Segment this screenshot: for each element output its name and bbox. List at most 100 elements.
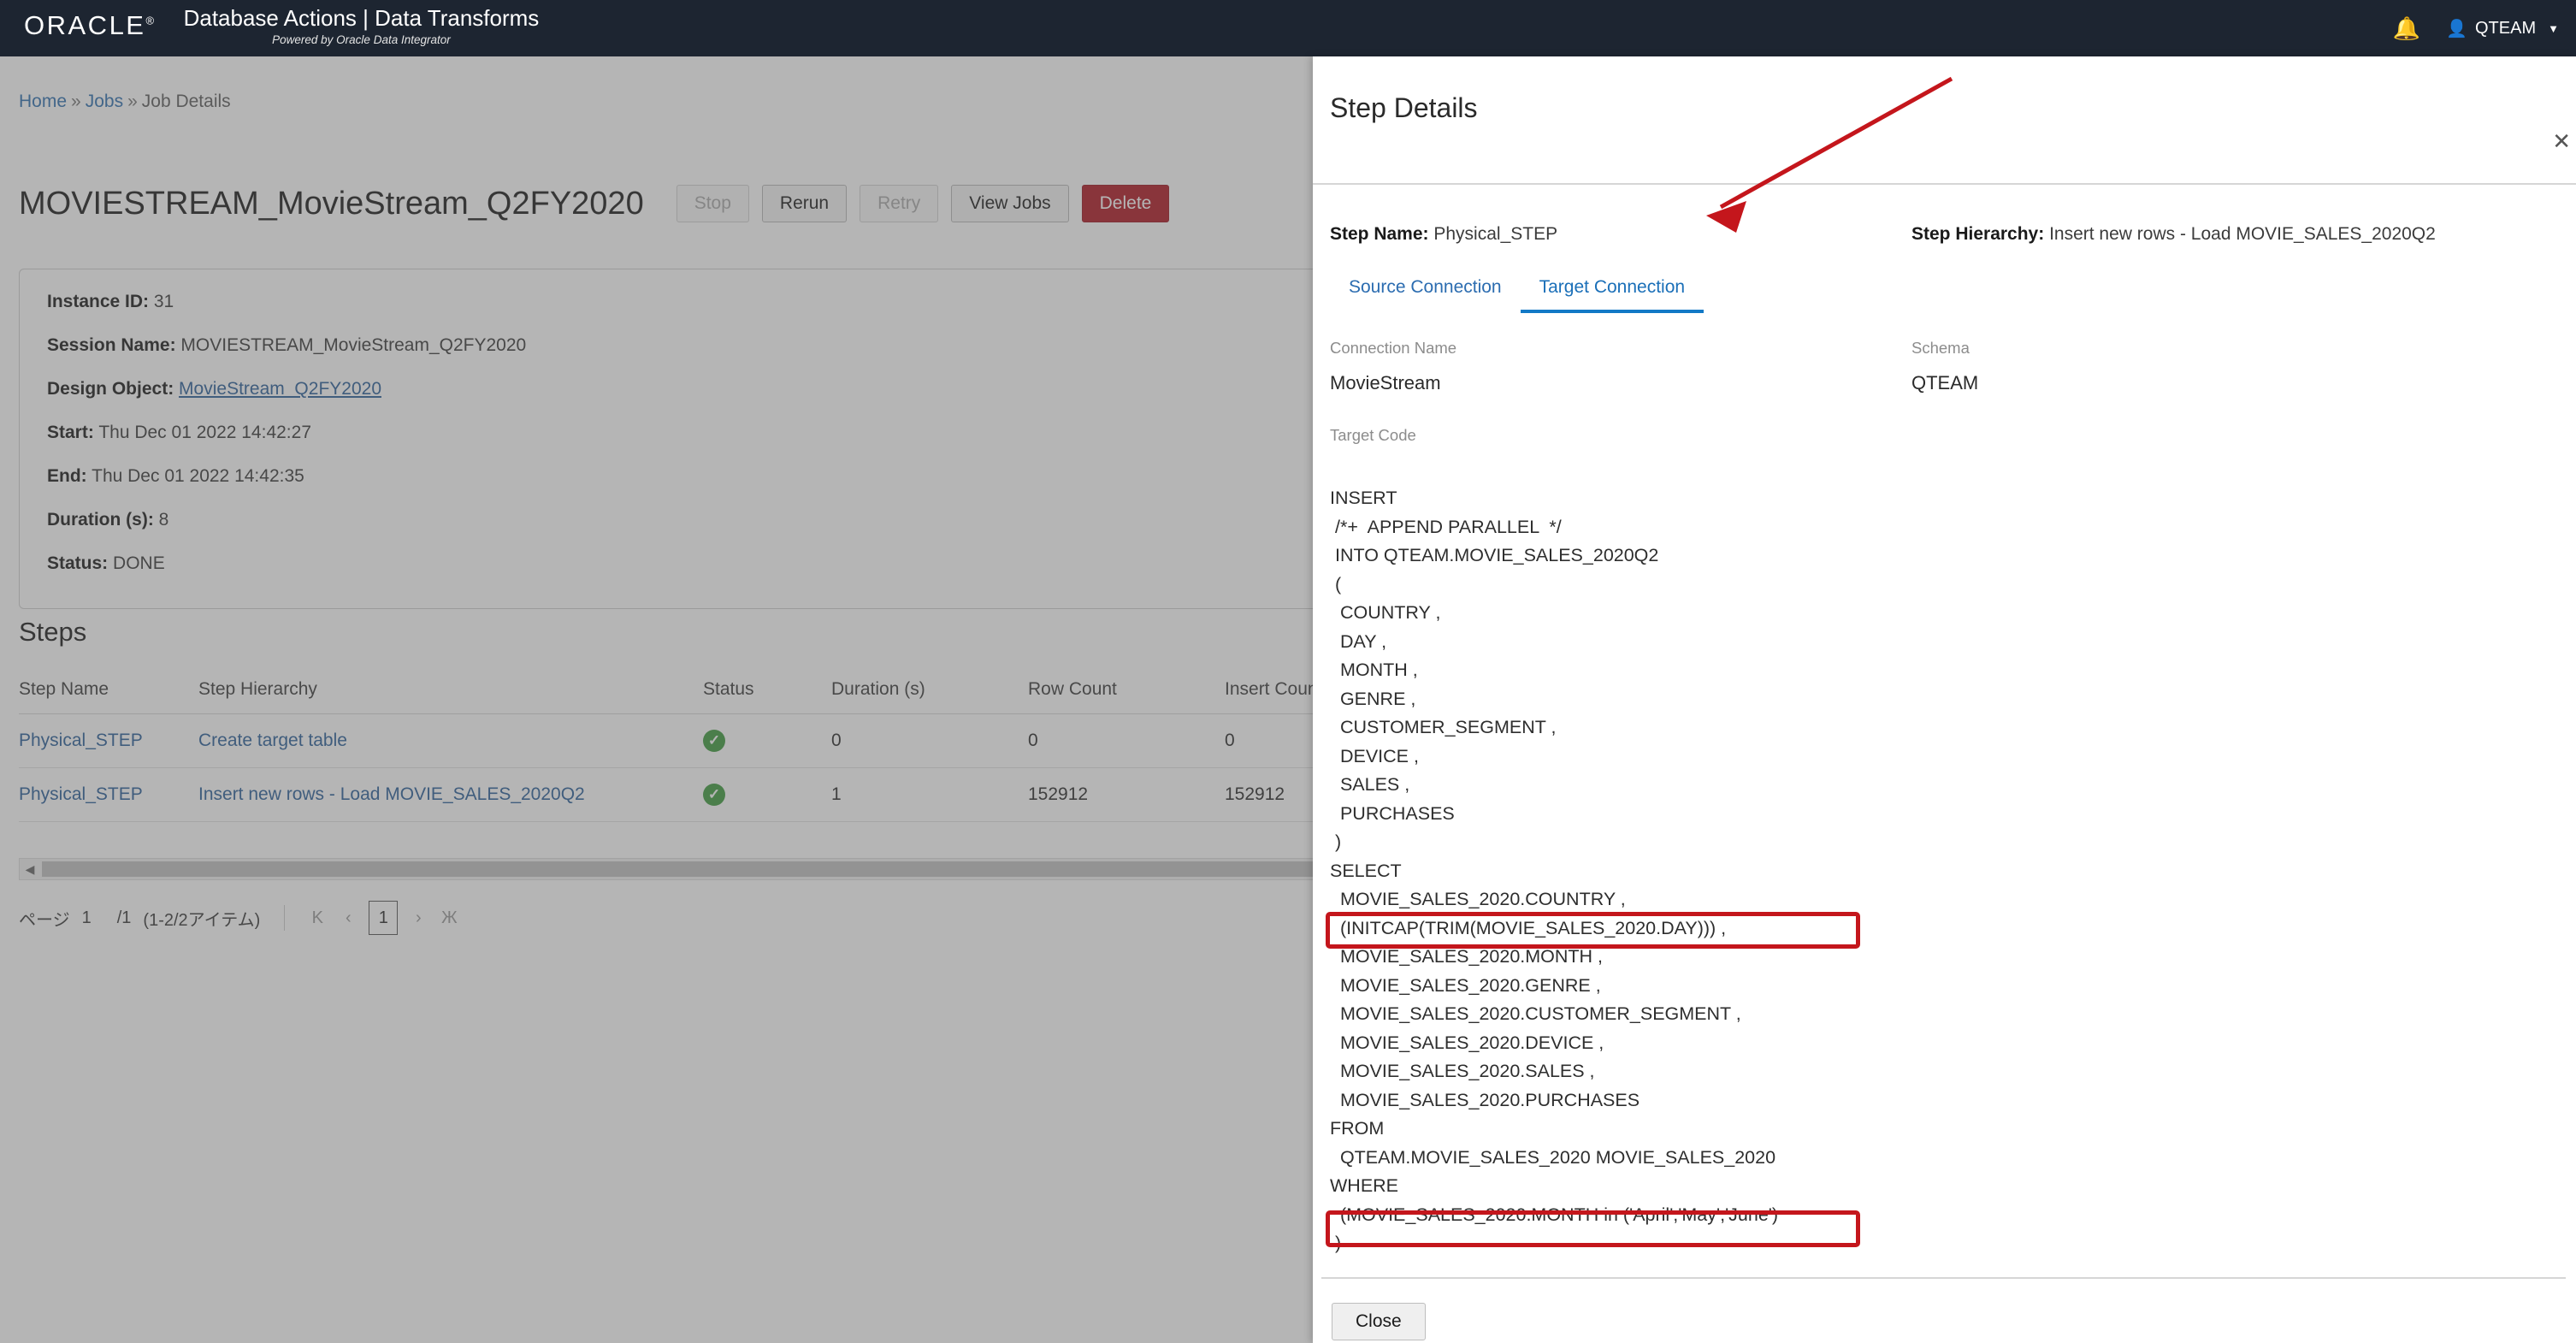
dialog-step-name-value: Physical_STEP: [1433, 224, 1557, 244]
info-status-label: Status:: [47, 553, 108, 573]
dialog-step-name: Step Name: Physical_STEP: [1330, 224, 1911, 245]
table-row[interactable]: Physical_STEP Create target table ✓ 0 0 …: [19, 714, 1524, 768]
cell-row-count: 0: [1028, 714, 1225, 768]
tab-target-connection[interactable]: Target Connection: [1521, 269, 1704, 313]
chevron-down-icon: ▼: [2548, 22, 2559, 35]
target-code-label: Target Code: [1330, 426, 1416, 445]
oracle-wordmark: ORACLE: [24, 10, 145, 40]
info-duration-label: Duration (s):: [47, 510, 154, 530]
dialog-step-hierarchy-value: Insert new rows - Load MOVIE_SALES_2020Q…: [2049, 224, 2436, 244]
step-details-dialog: Step Details ✕ Step Name: Physical_STEP …: [1313, 56, 2576, 1343]
col-row-count[interactable]: Row Count: [1028, 672, 1225, 714]
info-design-object: Design Object: MovieStream_Q2FY2020: [47, 379, 1496, 399]
info-session-name-value: MOVIESTREAM_MovieStream_Q2FY2020: [180, 335, 526, 355]
job-info-card: Instance ID: 31 Session Name: MOVIESTREA…: [19, 269, 1524, 609]
notification-bell-icon[interactable]: 🔔: [2393, 17, 2420, 39]
tab-source-connection[interactable]: Source Connection: [1330, 269, 1521, 313]
cell-status: ✓: [703, 768, 831, 822]
horizontal-scrollbar[interactable]: ◀: [19, 858, 1524, 880]
cell-step-name[interactable]: Physical_STEP: [19, 768, 198, 822]
schema-value: QTEAM: [1911, 372, 2493, 394]
pager-divider: [284, 905, 285, 931]
breadcrumb-jobs[interactable]: Jobs: [86, 92, 123, 111]
dialog-step-hierarchy-label: Step Hierarchy:: [1911, 224, 2044, 244]
steps-table-header-row: Step Name Step Hierarchy Status Duration…: [19, 672, 1524, 714]
user-menu[interactable]: 👤 QTEAM ▼: [2446, 18, 2559, 39]
scrollbar-thumb[interactable]: [42, 861, 1521, 877]
app-title-block: Database Actions | Data Transforms Power…: [184, 5, 540, 46]
page-title: MOVIESTREAM_MovieStream_Q2FY2020: [19, 186, 644, 222]
info-instance-id-value: 31: [154, 292, 174, 311]
info-start-label: Start:: [47, 423, 94, 442]
person-icon: 👤: [2446, 18, 2467, 39]
info-instance-id: Instance ID: 31: [47, 292, 1496, 312]
oracle-logo: ORACLE®: [24, 10, 157, 41]
info-status-value: DONE: [113, 553, 165, 573]
pager-prev-icon[interactable]: ‹: [333, 903, 363, 932]
cell-duration: 1: [831, 768, 1028, 822]
page-title-row: MOVIESTREAM_MovieStream_Q2FY2020 Stop Re…: [19, 185, 1169, 222]
col-status[interactable]: Status: [703, 672, 831, 714]
info-duration-value: 8: [159, 510, 169, 530]
pager-current-page[interactable]: 1: [369, 901, 398, 935]
retry-button[interactable]: Retry: [860, 185, 938, 222]
success-check-icon: ✓: [703, 784, 725, 806]
steps-heading: Steps: [19, 617, 86, 648]
cell-duration: 0: [831, 714, 1028, 768]
scroll-left-arrow-icon[interactable]: ◀: [20, 862, 40, 877]
info-status: Status: DONE: [47, 553, 1496, 574]
pager-last-icon[interactable]: Ж: [434, 903, 464, 932]
col-duration[interactable]: Duration (s): [831, 672, 1028, 714]
pager-first-icon[interactable]: K: [302, 903, 333, 932]
top-navigation-bar: ORACLE® Database Actions | Data Transfor…: [0, 0, 2576, 56]
user-name-label: QTEAM: [2475, 19, 2536, 38]
delete-button[interactable]: Delete: [1082, 185, 1170, 222]
pager-total-pages: /1: [117, 908, 132, 928]
dialog-title: Step Details: [1330, 92, 1478, 124]
info-session-name-label: Session Name:: [47, 335, 176, 355]
cell-row-count: 152912: [1028, 768, 1225, 822]
info-end: End: Thu Dec 01 2022 14:42:35: [47, 466, 1496, 487]
schema-label: Schema: [1911, 339, 2493, 358]
connection-tabs: Source Connection Target Connection: [1330, 269, 1704, 313]
design-object-link[interactable]: MovieStream_Q2FY2020: [179, 379, 381, 399]
col-step-name[interactable]: Step Name: [19, 672, 198, 714]
steps-table: Step Name Step Hierarchy Status Duration…: [19, 672, 1524, 822]
connection-name-field: Connection Name MovieStream: [1330, 339, 1911, 394]
cell-status: ✓: [703, 714, 831, 768]
cell-step-name[interactable]: Physical_STEP: [19, 714, 198, 768]
info-duration: Duration (s): 8: [47, 510, 1496, 530]
close-icon[interactable]: ✕: [2552, 128, 2571, 155]
pager-page-label: ページ: [19, 906, 70, 931]
breadcrumb-separator-2: »: [127, 92, 138, 111]
app-title: Database Actions | Data Transforms: [184, 5, 540, 32]
info-end-label: End:: [47, 466, 87, 486]
app-subtitle: Powered by Oracle Data Integrator: [184, 33, 540, 46]
registered-mark: ®: [145, 15, 156, 27]
info-session-name: Session Name: MOVIESTREAM_MovieStream_Q2…: [47, 335, 1496, 356]
pager-page-number: 1: [82, 908, 92, 928]
cell-step-hierarchy[interactable]: Create target table: [198, 714, 703, 768]
app-root: ORACLE® Database Actions | Data Transfor…: [0, 0, 2576, 1343]
info-instance-id-label: Instance ID:: [47, 292, 149, 311]
col-step-hierarchy[interactable]: Step Hierarchy: [198, 672, 703, 714]
dialog-header-divider: [1313, 183, 2576, 185]
view-jobs-button[interactable]: View Jobs: [951, 185, 1068, 222]
close-button[interactable]: Close: [1332, 1303, 1426, 1340]
pagination-control: ページ 1 /1 (1-2/2アイテム) K ‹ 1 › Ж: [19, 901, 464, 935]
breadcrumb-separator-1: »: [71, 92, 81, 111]
job-action-buttons: Stop Rerun Retry View Jobs Delete: [676, 185, 1170, 222]
pager-next-icon[interactable]: ›: [403, 903, 434, 932]
connection-fields: Connection Name MovieStream Schema QTEAM: [1330, 339, 2561, 394]
cell-step-hierarchy[interactable]: Insert new rows - Load MOVIE_SALES_2020Q…: [198, 768, 703, 822]
dialog-step-hierarchy: Step Hierarchy: Insert new rows - Load M…: [1911, 224, 2436, 245]
dialog-step-name-label: Step Name:: [1330, 224, 1429, 244]
connection-name-label: Connection Name: [1330, 339, 1911, 358]
stop-button[interactable]: Stop: [676, 185, 749, 222]
info-start-value: Thu Dec 01 2022 14:42:27: [98, 423, 311, 442]
breadcrumb-home[interactable]: Home: [19, 92, 67, 111]
table-row[interactable]: Physical_STEP Insert new rows - Load MOV…: [19, 768, 1524, 822]
rerun-button[interactable]: Rerun: [762, 185, 847, 222]
schema-field: Schema QTEAM: [1911, 339, 2493, 394]
breadcrumb-current: Job Details: [142, 92, 231, 111]
